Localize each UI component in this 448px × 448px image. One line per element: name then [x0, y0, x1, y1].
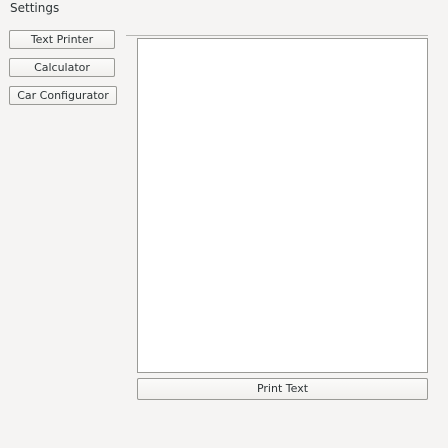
calculator-button[interactable]: Calculator: [9, 58, 115, 77]
car-configurator-button[interactable]: Car Configurator: [9, 86, 117, 105]
text-output-area[interactable]: [137, 38, 428, 373]
text-printer-button[interactable]: Text Printer: [9, 30, 115, 49]
print-text-button[interactable]: Print Text: [137, 378, 428, 400]
page-title: Settings: [10, 1, 60, 15]
divider: [126, 35, 428, 36]
